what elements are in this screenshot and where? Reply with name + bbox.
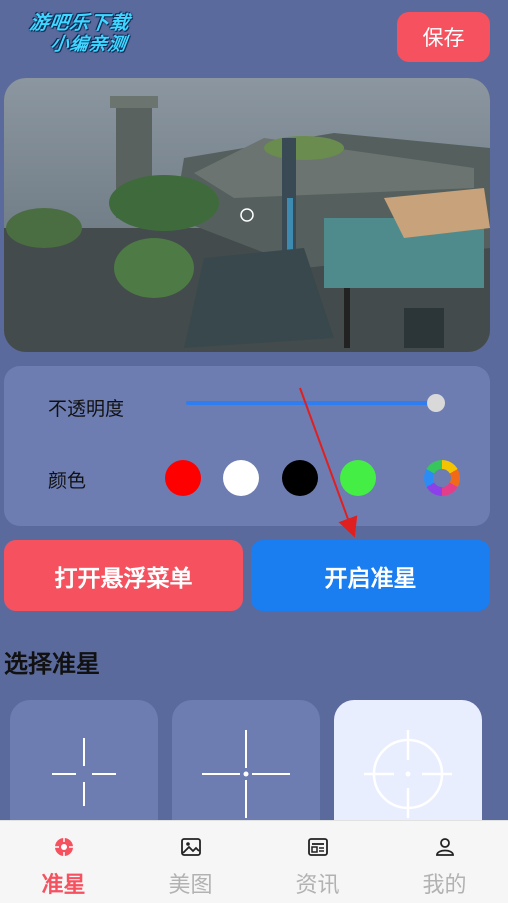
color-label: 颜色 bbox=[48, 470, 87, 492]
section-title: 选择准星 bbox=[4, 650, 100, 678]
image-icon bbox=[181, 838, 201, 856]
crosshair-icon bbox=[55, 838, 73, 856]
opacity-slider-thumb[interactable] bbox=[427, 394, 445, 412]
color-wheel-icon[interactable] bbox=[424, 460, 460, 496]
game-scene-preview bbox=[4, 78, 490, 352]
tab-label: 资讯 bbox=[295, 873, 340, 898]
enable-crosshair-button[interactable]: 开启准星 bbox=[251, 540, 490, 611]
settings-card bbox=[4, 366, 490, 526]
save-button[interactable]: 保存 bbox=[397, 12, 490, 62]
tab-news[interactable]: 资讯 bbox=[254, 821, 381, 903]
color-swatch-red[interactable] bbox=[165, 460, 201, 496]
user-icon bbox=[436, 838, 454, 856]
tab-gallery[interactable]: 美图 bbox=[127, 821, 254, 903]
watermark-logo: 游吧乐下载 小编亲测 bbox=[7, 12, 150, 60]
tab-label: 我的 bbox=[422, 873, 467, 898]
watermark-line-1: 游吧乐下载 bbox=[28, 12, 132, 34]
open-floating-menu-button[interactable]: 打开悬浮菜单 bbox=[4, 540, 243, 611]
watermark-line-2: 小编亲测 bbox=[49, 34, 129, 55]
opacity-label: 不透明度 bbox=[48, 398, 125, 420]
news-icon bbox=[308, 838, 328, 856]
tab-crosshair[interactable]: 准星 bbox=[0, 821, 127, 903]
tab-label: 美图 bbox=[168, 873, 213, 898]
color-swatch-black[interactable] bbox=[282, 460, 318, 496]
tab-profile[interactable]: 我的 bbox=[381, 821, 508, 903]
tab-label: 准星 bbox=[41, 873, 86, 898]
color-swatch-green[interactable] bbox=[340, 460, 376, 496]
bottom-tab-bar: 准星 美图 资讯 我的 bbox=[0, 820, 508, 903]
opacity-slider[interactable] bbox=[186, 401, 436, 405]
color-swatch-white[interactable] bbox=[223, 460, 259, 496]
